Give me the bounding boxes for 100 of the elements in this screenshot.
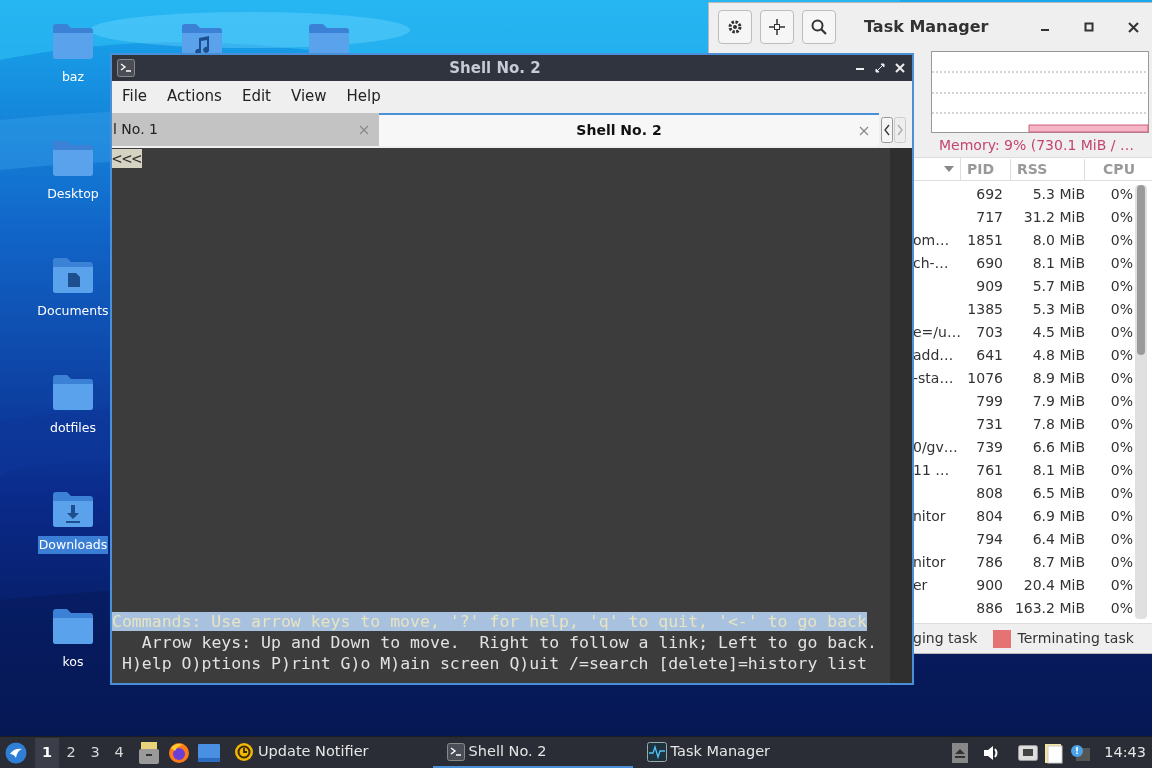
cpu-cell-text: 0% [1110, 392, 1133, 411]
browser-icon[interactable] [168, 741, 190, 764]
tab[interactable]: Shell No. 2 [379, 113, 879, 146]
pid-cell-text: 692 [976, 185, 1003, 204]
process-name: nitor [913, 508, 946, 524]
terminal-area[interactable] [112, 148, 912, 683]
notification-icon[interactable] [1070, 743, 1091, 762]
cpu-cell-text: 0% [1110, 346, 1133, 365]
cpu-cell-text: 0% [1110, 484, 1133, 503]
taskbar-button[interactable]: Shell No. 2 [432, 737, 633, 768]
process-name: om… [913, 232, 950, 248]
close-icon[interactable] [1128, 21, 1139, 33]
taskbar-button[interactable]: Update Notifier [230, 737, 373, 768]
network-icon[interactable] [1018, 744, 1039, 761]
window-icon[interactable] [198, 743, 220, 762]
terminal-text: Arrow keys: Up and Down to move. Right to follow a link; Left to go back. [140, 632, 878, 653]
terminal-icon [117, 59, 135, 77]
pid-cell-text: 717 [976, 208, 1003, 227]
pid-cell-text: 900 [976, 576, 1003, 595]
menu-item[interactable]: File [122, 85, 148, 108]
cpu-cell-text: 0% [1110, 369, 1133, 388]
cpu-cell-text: 0% [1110, 576, 1133, 595]
cpu-cell-text: 0% [1110, 530, 1133, 549]
terminal-text: <<< [112, 149, 142, 168]
menu-item[interactable]: Help [346, 85, 381, 108]
window-title: Task Manager [864, 16, 989, 38]
sort-down-icon[interactable] [944, 166, 954, 172]
pid-cell-text: 690 [976, 254, 1003, 273]
search-button[interactable] [802, 10, 836, 44]
memory-cell-text: 4.8 MiB [1032, 346, 1085, 365]
menu-item[interactable]: View [290, 85, 327, 108]
crosshair-button[interactable] [760, 10, 794, 44]
memory-cell-text: 163.2 MiB [1014, 599, 1085, 618]
start-menu-icon[interactable] [5, 741, 27, 764]
workspace-button[interactable]: 3 [83, 737, 107, 768]
cpu-cell-text: 0% [1110, 300, 1133, 319]
memory-cell-text: 7.8 MiB [1032, 415, 1085, 434]
clock[interactable]: 14:43 [1104, 741, 1146, 764]
pid-cell-text: 1076 [967, 369, 1003, 388]
cpu-cell-text: 0% [1110, 507, 1133, 526]
crosshair-icon [768, 18, 786, 36]
terminal-icon [446, 742, 465, 761]
icon-label[interactable]: dotfiles [48, 419, 97, 437]
pid-cell-text: 909 [976, 277, 1003, 296]
clipboard-icon[interactable] [1044, 741, 1065, 764]
cpu-cell-text: 0% [1110, 599, 1133, 618]
workspace-button[interactable]: 2 [59, 737, 83, 768]
pid-cell-text: 808 [976, 484, 1003, 503]
icon-label[interactable]: Documents [36, 302, 110, 320]
tab[interactable]: l No. 1 [112, 113, 379, 146]
pid-cell-text: 641 [976, 346, 1003, 365]
search-icon [810, 18, 828, 36]
memory-cell-text: 8.1 MiB [1032, 461, 1085, 480]
memory-cell-text: 5.7 MiB [1032, 277, 1085, 296]
pid-cell-text: 731 [976, 415, 1003, 434]
memory-cell-text: 20.4 MiB [1023, 576, 1085, 595]
memory-cell-text: 8.9 MiB [1032, 369, 1085, 388]
cpu-cell-text: 0% [1110, 323, 1133, 342]
taskbar-button[interactable]: Task Manager [632, 737, 833, 768]
icon-label[interactable]: Desktop [46, 185, 100, 203]
chevron-left-icon[interactable] [881, 116, 893, 143]
memory-cell-text: 6.9 MiB [1032, 507, 1085, 526]
process-name: add… [913, 347, 954, 363]
icon-label[interactable]: Downloads [37, 536, 109, 554]
workspace-button[interactable]: 1 [35, 737, 59, 768]
cpu-cell-text: 0% [1110, 438, 1133, 457]
eject-icon[interactable] [952, 742, 969, 763]
file-cabinet-icon[interactable] [139, 741, 159, 764]
process-name: er [913, 577, 928, 593]
document-folder-icon [52, 256, 94, 294]
memory-label: Memory: 9% (730.1 MiB / … [938, 136, 1135, 155]
maximize-icon[interactable] [1084, 22, 1094, 32]
legend-label: Terminating task [1017, 629, 1134, 648]
memory-cell-text: 6.4 MiB [1032, 530, 1085, 549]
memory-cell-text: 6.6 MiB [1032, 438, 1085, 457]
menu-item[interactable]: Edit [241, 85, 271, 108]
settings-button[interactable] [718, 10, 752, 44]
scrollbar[interactable] [890, 148, 912, 683]
process-name: -sta… [913, 370, 954, 386]
icon-label[interactable]: kos [61, 653, 85, 671]
memory-cell-text: 8.7 MiB [1032, 553, 1085, 572]
memory-cell-text: 31.2 MiB [1023, 208, 1085, 227]
pid-cell-text: 739 [976, 438, 1003, 457]
folder-icon [52, 139, 94, 177]
memory-cell-text: 8.1 MiB [1032, 254, 1085, 273]
process-name: 0/gv… [913, 439, 958, 455]
scrollbar[interactable] [1135, 185, 1147, 619]
legend-label: ging task [913, 629, 978, 648]
pid-cell-text: 703 [976, 323, 1003, 342]
pid-cell-text: 794 [976, 530, 1003, 549]
pid-cell-text: 786 [976, 553, 1003, 572]
cpu-cell-text: 0% [1110, 185, 1133, 204]
cpu-cell-text: 0% [1110, 277, 1133, 296]
cpu-cell-text: 0% [1110, 254, 1133, 273]
pid-cell-text: 804 [976, 507, 1003, 526]
restore-icon[interactable] [875, 63, 885, 73]
menu-item[interactable]: Actions [167, 85, 222, 108]
process-name: 11 … [913, 462, 950, 478]
workspace-button[interactable]: 4 [107, 737, 131, 768]
cpu-cell-text: 0% [1110, 553, 1133, 572]
